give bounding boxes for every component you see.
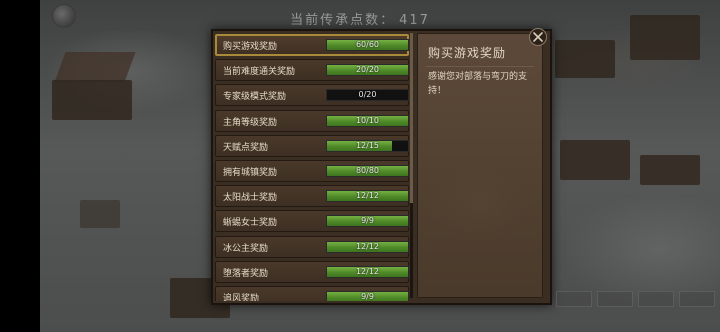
reward-label: 蜥蜴女士奖励 xyxy=(223,218,278,229)
reward-count: 20/20 xyxy=(355,65,380,75)
reward-count: 9/9 xyxy=(361,292,374,301)
reward-list-scrollbar[interactable] xyxy=(410,33,413,298)
reward-progress-bar: 20/20 xyxy=(326,64,409,77)
reward-progress-bar: 60/60 xyxy=(326,39,409,51)
reward-count: 12/15 xyxy=(355,140,380,150)
legacy-points-label: 当前传承点数： xyxy=(290,13,396,28)
reward-label: 追风奖励 xyxy=(223,294,260,301)
reward-progress-bar: 9/9 xyxy=(326,291,409,301)
map-button[interactable] xyxy=(597,291,633,307)
reward-count: 60/60 xyxy=(355,40,380,49)
reward-count: 12/12 xyxy=(355,241,380,251)
map-button[interactable] xyxy=(679,291,715,307)
reward-list[interactable]: 购买游戏奖励 60/60 当前难度通关奖励 20/20 专家级模式奖励 0/20 主角等级奖… xyxy=(213,31,412,301)
reward-row[interactable]: 拥有城镇奖励 80/80 xyxy=(215,160,409,182)
reward-progress-bar: 10/10 xyxy=(326,114,409,127)
reward-label: 冰公主奖励 xyxy=(223,243,269,254)
close-icon xyxy=(533,32,543,42)
reward-progress-bar: 12/12 xyxy=(326,190,409,203)
reward-count: 12/12 xyxy=(355,191,380,201)
reward-row[interactable]: 追风奖励 9/9 xyxy=(215,286,409,301)
reward-label: 购买游戏奖励 xyxy=(223,42,278,52)
reward-progress-bar: 12/12 xyxy=(326,265,409,278)
reward-row[interactable]: 冰公主奖励 12/12 xyxy=(215,235,409,258)
reward-row[interactable]: 太阳战士奖励 12/12 xyxy=(215,185,409,208)
reward-progress-bar: 12/15 xyxy=(326,139,409,152)
reward-row[interactable]: 蜥蜴女士奖励 9/9 xyxy=(215,210,409,233)
reward-row[interactable]: 堕落者奖励 12/12 xyxy=(215,260,409,283)
reward-row[interactable]: 专家级模式奖励 0/20 xyxy=(215,84,409,107)
legacy-points-display: 当前传承点数： 417 xyxy=(0,9,720,28)
reward-progress-bar: 12/12 xyxy=(326,240,409,253)
reward-detail-pane: 购买游戏奖励 感谢您对部落与弯刀的支持！ xyxy=(417,33,543,298)
reward-label: 堕落者奖励 xyxy=(223,268,269,279)
reward-row[interactable]: 主角等级奖励 10/10 xyxy=(215,109,409,132)
detail-title: 购买游戏奖励 xyxy=(428,46,507,60)
reward-progress-bar: 0/20 xyxy=(326,89,409,102)
close-button[interactable] xyxy=(529,28,547,46)
reward-progress-bar: 80/80 xyxy=(326,165,409,177)
map-button[interactable] xyxy=(638,291,674,307)
reward-row[interactable]: 购买游戏奖励 60/60 xyxy=(215,34,409,56)
reward-label: 主角等级奖励 xyxy=(223,117,278,128)
reward-label: 天赋点奖励 xyxy=(223,142,269,153)
reward-count: 12/12 xyxy=(355,266,380,276)
map-button[interactable] xyxy=(556,291,592,307)
reward-progress-bar: 9/9 xyxy=(326,215,409,228)
reward-label: 太阳战士奖励 xyxy=(223,193,278,204)
reward-count: 9/9 xyxy=(361,216,374,226)
screen-left-edge xyxy=(0,0,40,332)
scrollbar-thumb[interactable] xyxy=(410,33,413,203)
legacy-points-value: 417 xyxy=(399,13,430,28)
detail-divider xyxy=(426,66,534,67)
reward-row[interactable]: 当前难度通关奖励 20/20 xyxy=(215,59,409,82)
detail-description: 感谢您对部落与弯刀的支持！ xyxy=(428,72,528,96)
reward-label: 当前难度通关奖励 xyxy=(223,67,296,78)
reward-label: 专家级模式奖励 xyxy=(223,92,287,103)
reward-label: 拥有城镇奖励 xyxy=(223,168,278,178)
reward-row[interactable]: 天赋点奖励 12/15 xyxy=(215,134,409,157)
reward-count: 80/80 xyxy=(355,166,380,175)
reward-count: 0/20 xyxy=(358,90,377,100)
reward-count: 10/10 xyxy=(355,115,380,125)
